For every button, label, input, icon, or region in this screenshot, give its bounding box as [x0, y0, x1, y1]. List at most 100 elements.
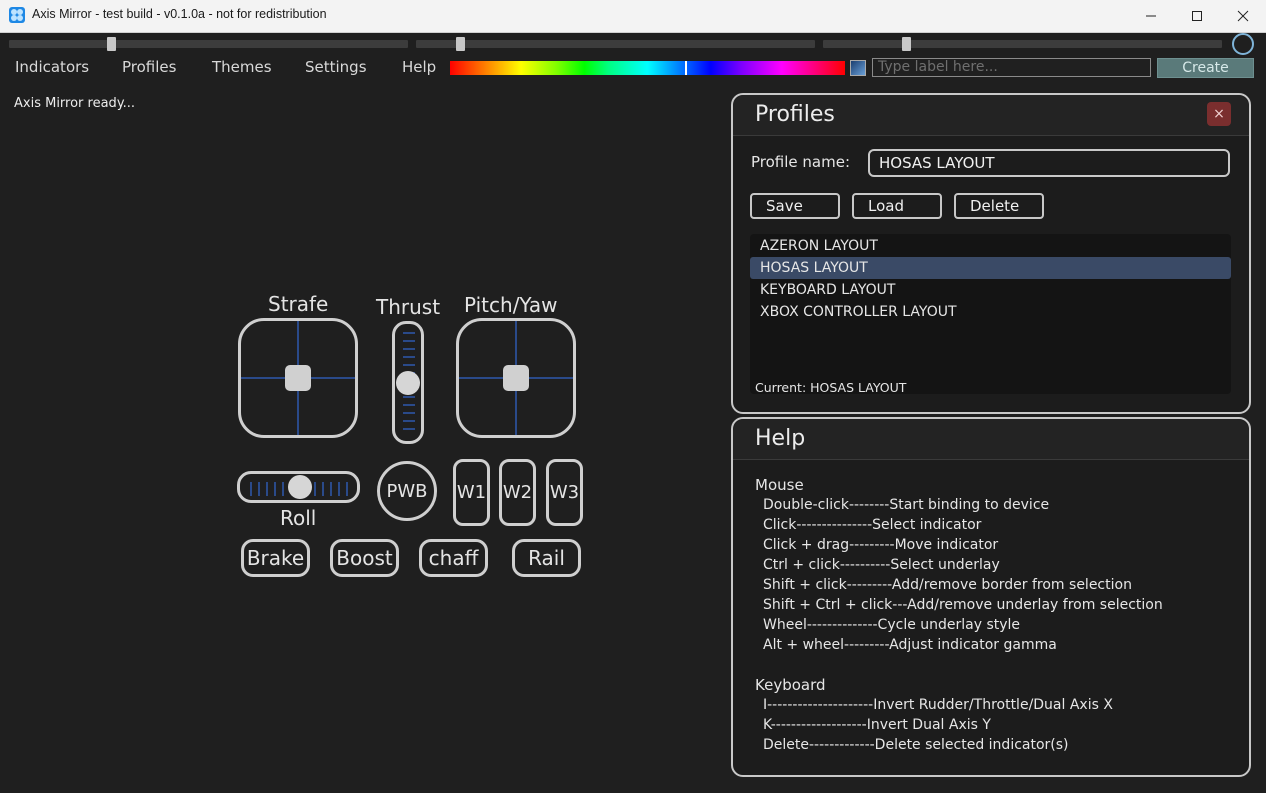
- profiles-panel: Profiles × Profile name: HOSAS LAYOUT Sa…: [731, 93, 1251, 414]
- close-window-button[interactable]: [1220, 0, 1266, 32]
- menu-indicators[interactable]: Indicators: [15, 58, 89, 76]
- profile-list-item[interactable]: XBOX CONTROLLER LAYOUT: [750, 301, 1231, 323]
- brake-indicator[interactable]: Brake: [241, 539, 310, 577]
- maximize-button[interactable]: [1174, 0, 1220, 32]
- rail-indicator[interactable]: Rail: [512, 539, 581, 577]
- thrust-tick: [403, 348, 415, 350]
- help-line: Click + drag---------Move indicator: [763, 537, 999, 553]
- dial-icon[interactable]: [1232, 33, 1254, 55]
- roll-tick: [338, 482, 340, 496]
- status-text: Axis Mirror ready...: [14, 96, 136, 111]
- w3-indicator[interactable]: W3: [546, 459, 583, 526]
- roll-label: Roll: [280, 506, 317, 530]
- thrust-tick: [403, 420, 415, 422]
- color-marker[interactable]: [685, 61, 687, 75]
- thrust-knob[interactable]: [396, 371, 420, 395]
- minimize-button[interactable]: [1128, 0, 1174, 32]
- help-line: I---------------------Invert Rudder/Thro…: [763, 697, 1113, 713]
- profile-name-input[interactable]: HOSAS LAYOUT: [868, 149, 1230, 177]
- current-profile-text: Current: HOSAS LAYOUT: [755, 380, 907, 395]
- thrust-tick: [403, 332, 415, 334]
- slider-handle-3[interactable]: [902, 37, 911, 51]
- color-spectrum-picker[interactable]: [450, 61, 845, 75]
- roll-knob[interactable]: [288, 475, 312, 499]
- roll-indicator[interactable]: [237, 471, 360, 503]
- help-panel: Help Mouse Double-click--------Start bin…: [731, 417, 1251, 777]
- help-line: Double-click--------Start binding to dev…: [763, 497, 1050, 513]
- help-line: Ctrl + click----------Select underlay: [763, 557, 1000, 573]
- maximize-icon: [1192, 11, 1202, 21]
- profile-list-item[interactable]: AZERON LAYOUT: [750, 235, 1231, 257]
- help-line: K-------------------Invert Dual Axis Y: [763, 717, 991, 733]
- help-header: Help: [733, 419, 1249, 460]
- slider-track-1[interactable]: [9, 37, 408, 51]
- slider-track-2[interactable]: [416, 37, 815, 51]
- create-button[interactable]: Create: [1157, 58, 1254, 78]
- thrust-tick: [403, 404, 415, 406]
- title-bar: Axis Mirror - test build - v0.1.0a - not…: [0, 0, 1266, 33]
- roll-tick: [274, 482, 276, 496]
- roll-tick: [314, 482, 316, 496]
- help-line: Alt + wheel---------Adjust indicator gam…: [763, 637, 1057, 653]
- thrust-tick: [403, 364, 415, 366]
- help-line: Click---------------Select indicator: [763, 517, 982, 533]
- thrust-indicator[interactable]: [392, 321, 424, 444]
- help-line: Shift + Ctrl + click---Add/remove underl…: [763, 597, 1163, 613]
- thrust-tick: [403, 412, 415, 414]
- label-input[interactable]: Type label here...: [872, 58, 1151, 77]
- thrust-tick: [403, 396, 415, 398]
- pitch-yaw-knob[interactable]: [503, 365, 529, 391]
- color-swatch[interactable]: [850, 60, 866, 76]
- help-line: Shift + click---------Add/remove border …: [763, 577, 1132, 593]
- w1-indicator[interactable]: W1: [453, 459, 490, 526]
- profiles-close-button[interactable]: ×: [1207, 102, 1231, 126]
- menu-settings[interactable]: Settings: [305, 58, 367, 76]
- menu-bar: Indicators Profiles Themes Settings Help…: [0, 56, 1266, 80]
- profile-list-item-selected[interactable]: HOSAS LAYOUT: [750, 257, 1231, 279]
- help-mouse-heading: Mouse: [755, 476, 804, 494]
- boost-indicator[interactable]: Boost: [330, 539, 399, 577]
- slider-row: [0, 33, 1266, 55]
- minimize-icon: [1146, 15, 1156, 17]
- roll-tick: [266, 482, 268, 496]
- window-title: Axis Mirror - test build - v0.1.0a - not…: [32, 7, 327, 21]
- strafe-knob[interactable]: [285, 365, 311, 391]
- pwb-indicator[interactable]: PWB: [377, 461, 437, 521]
- roll-tick: [282, 482, 284, 496]
- thrust-tick: [403, 340, 415, 342]
- roll-tick: [330, 482, 332, 496]
- roll-tick: [322, 482, 324, 496]
- save-button[interactable]: Save: [750, 193, 840, 219]
- help-line: Delete-------------Delete selected indic…: [763, 737, 1069, 753]
- roll-tick: [258, 482, 260, 496]
- profile-list-item[interactable]: KEYBOARD LAYOUT: [750, 279, 1231, 301]
- profile-list[interactable]: AZERON LAYOUT HOSAS LAYOUT KEYBOARD LAYO…: [750, 234, 1231, 395]
- w2-indicator[interactable]: W2: [499, 459, 536, 526]
- delete-button[interactable]: Delete: [954, 193, 1044, 219]
- roll-tick: [346, 482, 348, 496]
- chaff-indicator[interactable]: chaff: [419, 539, 488, 577]
- strafe-indicator[interactable]: [238, 318, 358, 438]
- menu-themes[interactable]: Themes: [212, 58, 272, 76]
- help-keyboard-heading: Keyboard: [755, 676, 826, 694]
- help-line: Wheel--------------Cycle underlay style: [763, 617, 1021, 633]
- help-title: Help: [755, 426, 806, 451]
- thrust-tick: [403, 356, 415, 358]
- profiles-title: Profiles: [755, 102, 835, 127]
- menu-help[interactable]: Help: [402, 58, 436, 76]
- pitch-yaw-label: Pitch/Yaw: [464, 293, 558, 317]
- strafe-label: Strafe: [268, 292, 329, 316]
- slider-handle-1[interactable]: [107, 37, 116, 51]
- roll-tick: [250, 482, 252, 496]
- pitch-yaw-indicator[interactable]: [456, 318, 576, 438]
- slider-handle-2[interactable]: [456, 37, 465, 51]
- menu-profiles[interactable]: Profiles: [122, 58, 176, 76]
- thrust-label: Thrust: [376, 295, 441, 319]
- thrust-tick: [403, 428, 415, 430]
- profiles-header: Profiles ×: [733, 95, 1249, 136]
- close-icon: [1237, 10, 1249, 22]
- app-logo-icon: [9, 7, 25, 23]
- slider-track-3[interactable]: [823, 37, 1222, 51]
- profile-name-label: Profile name:: [751, 153, 851, 171]
- load-button[interactable]: Load: [852, 193, 942, 219]
